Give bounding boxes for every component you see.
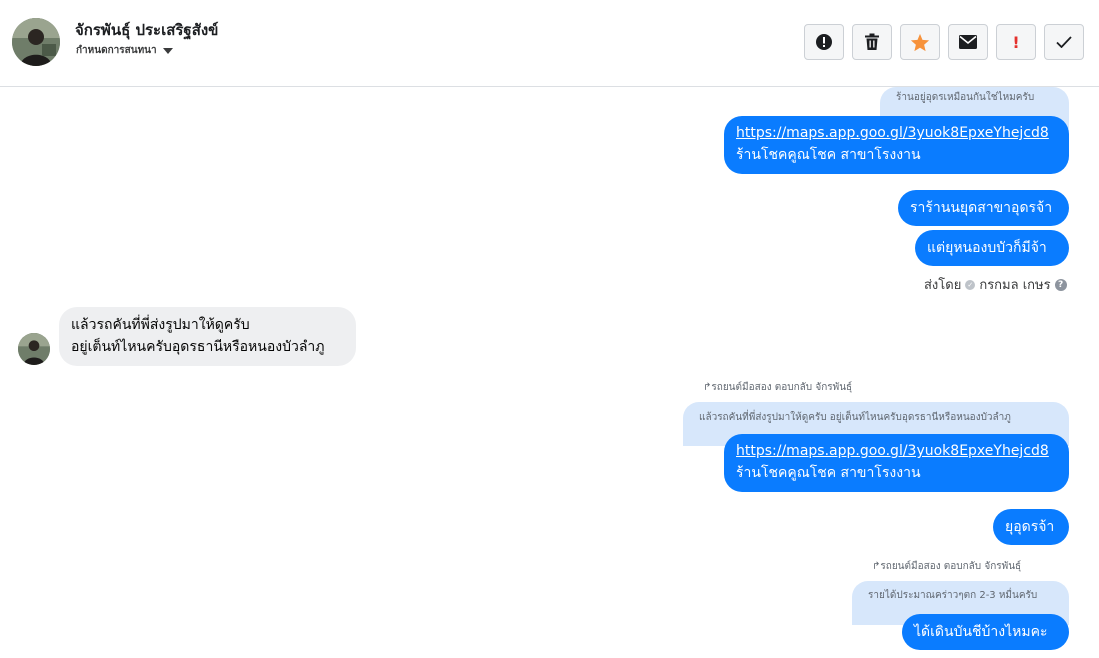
outgoing-message[interactable]: แต่ยุหนองบบัวก็มีจ้า (915, 230, 1069, 266)
message-text-line2: อยู่เต็นท์ไหนครับอุดรธานีหรือหนองบัวลำภู (71, 339, 325, 355)
reply-indicator: ↱รถยนต์มือสอง ตอบกลับ จักรพันธุ์ (703, 380, 852, 395)
sent-by-label: ส่งโดย (924, 278, 962, 293)
quoted-message-text: รายได้ประมาณคร่าวๆตก 2-3 หมื่นครับ (868, 590, 1038, 601)
contact-name: จักรพันธุ์ ประเสริฐสังข์ (75, 21, 219, 39)
mark-unread-button[interactable] (948, 24, 988, 60)
reply-indicator-text: รถยนต์มือสอง ตอบกลับ จักรพันธุ์ (711, 382, 853, 393)
quoted-message-text: ร้านอยู่อุดรเหมือนกันใช่ไหมครับ (896, 92, 1035, 103)
conversation-settings-label: กำหนดการสนทนา (76, 45, 157, 56)
message-text: ได้เดินบันชีบ้างไหมคะ (914, 624, 1048, 640)
outgoing-message[interactable]: https://maps.app.goo.gl/3yuok8EpxeYhejcd… (724, 434, 1069, 492)
outgoing-message[interactable]: ยุอุดรจ้า (993, 509, 1069, 545)
priority-button[interactable]: ! (996, 24, 1036, 60)
exclamation-icon: ! (1012, 32, 1020, 52)
message-thread[interactable]: ร้านอยู่อุดรเหมือนกันใช่ไหมครับ https://… (0, 87, 1099, 658)
incoming-message[interactable]: แล้วรถคันที่พี่ส่งรูปมาให้ดูครับ อยู่เต็… (59, 307, 356, 366)
trash-icon (864, 33, 880, 51)
reply-indicator: ↱รถยนต์มือสอง ตอบกลับ จักรพันธุ์ (872, 559, 1021, 574)
help-icon[interactable]: ? (1054, 278, 1067, 291)
conversation-settings-dropdown[interactable]: กำหนดการสนทนา (76, 43, 173, 58)
contact-avatar[interactable] (12, 18, 60, 66)
message-text-line1: แล้วรถคันที่พี่ส่งรูปมาให้ดูครับ (71, 317, 250, 333)
map-link[interactable]: https://maps.app.goo.gl/3yuok8EpxeYhejcd… (736, 125, 1049, 141)
star-button[interactable] (900, 24, 940, 60)
message-text: ร้านโชคคูณโชค สาขาโรงงาน (736, 465, 921, 481)
check-icon (1056, 36, 1072, 48)
reply-indicator-text: รถยนต์มือสอง ตอบกลับ จักรพันธุ์ (880, 561, 1022, 572)
conversation-header: จักรพันธุ์ ประเสริฐสังข์ กำหนดการสนทนา ! (0, 0, 1099, 87)
delete-button[interactable] (852, 24, 892, 60)
verified-icon: ✓ (965, 279, 976, 290)
map-link[interactable]: https://maps.app.goo.gl/3yuok8EpxeYhejcd… (736, 443, 1049, 459)
outgoing-message[interactable]: https://maps.app.goo.gl/3yuok8EpxeYhejcd… (724, 116, 1069, 174)
message-text: ราร้านนยุดสาขาอุดรจ้า (910, 200, 1053, 216)
outgoing-message[interactable]: ได้เดินบันชีบ้างไหมคะ (902, 614, 1069, 650)
message-text: แต่ยุหนองบบัวก็มีจ้า (927, 240, 1047, 256)
alert-icon (815, 33, 833, 51)
quoted-message-text: แล้วรถคันที่พี่ส่งรูปมาให้ดูครับ อยู่เต็… (699, 412, 1011, 423)
star-icon (910, 33, 930, 52)
mark-done-button[interactable] (1044, 24, 1084, 60)
outgoing-message[interactable]: ราร้านนยุดสาขาอุดรจ้า (898, 190, 1069, 226)
message-text: ร้านโชคคูณโชค สาขาโรงงาน (736, 147, 921, 163)
caret-down-icon (162, 48, 173, 54)
message-text: ยุอุดรจ้า (1005, 519, 1055, 535)
contact-avatar-small[interactable] (18, 333, 50, 365)
sent-by-indicator: ส่งโดย ✓ กรกมล เกษร ? (924, 274, 1067, 295)
report-button[interactable] (804, 24, 844, 60)
sender-name[interactable]: กรกมล เกษร (979, 274, 1050, 295)
envelope-icon (959, 35, 977, 49)
